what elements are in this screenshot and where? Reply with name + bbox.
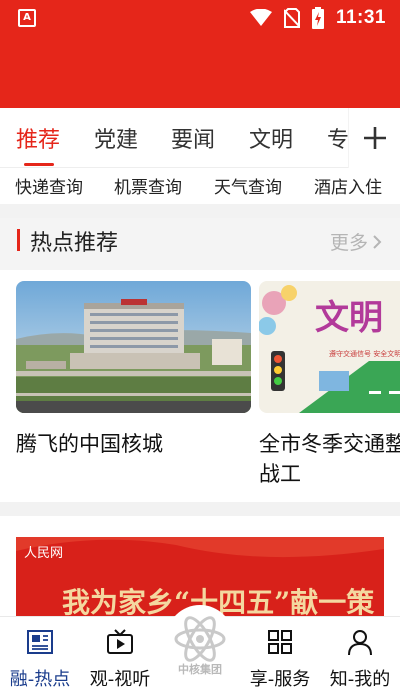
- section-title: 热点推荐: [30, 231, 119, 256]
- bottom-nav: 融-热点 观-视听 中核集团 享-服务 知-我的: [0, 605, 400, 700]
- add-channel-button[interactable]: [348, 108, 400, 168]
- nav-center-logo[interactable]: 中核集团: [160, 599, 240, 699]
- quick-link-hotel[interactable]: 酒店入住: [314, 173, 382, 198]
- person-icon: [348, 630, 372, 656]
- more-label: 更多: [329, 232, 368, 254]
- tab-news[interactable]: 要闻: [171, 122, 215, 154]
- nav-mine[interactable]: 知-我的: [320, 617, 400, 700]
- news-card[interactable]: 文明 遵守交通信号 安全文明出行 全市冬季交通整治百日会战工: [259, 281, 400, 489]
- svg-text:文明: 文明: [315, 298, 383, 338]
- quick-link-express[interactable]: 快递查询: [15, 173, 83, 198]
- nav-label: 享-服务: [249, 669, 311, 690]
- card-image: [16, 281, 251, 413]
- wifi-icon: [249, 9, 272, 26]
- tab-special[interactable]: 专: [327, 122, 349, 154]
- battery-charging-icon: [311, 7, 324, 29]
- divider: [0, 502, 400, 516]
- plus-icon: [363, 127, 386, 149]
- tab-party[interactable]: 党建: [94, 122, 138, 154]
- people-daily-logo: 人民网: [24, 546, 63, 561]
- no-sim-icon: [283, 8, 300, 28]
- newspaper-icon: [27, 630, 53, 654]
- section-header: 热点推荐 更多: [0, 218, 400, 270]
- status-bar: A 11:31: [0, 0, 400, 36]
- tab-civilization[interactable]: 文明: [249, 122, 293, 154]
- card-image: 文明 遵守交通信号 安全文明出行: [259, 281, 400, 413]
- nav-video[interactable]: 观-视听: [80, 617, 160, 700]
- channel-tabs: 推荐 党建 要闻 文明 专: [0, 108, 400, 168]
- card-title: 腾飞的中国核城: [16, 432, 163, 456]
- svg-text:遵守交通信号 安全文明出行: 遵守交通信号 安全文明出行: [329, 349, 400, 358]
- clock: 11:31: [335, 7, 386, 28]
- grid-icon: [268, 630, 292, 654]
- nav-label: 观-视听: [89, 669, 151, 690]
- quick-link-flights[interactable]: 机票查询: [114, 173, 182, 198]
- active-tab-indicator: [24, 163, 54, 166]
- more-link[interactable]: 更多: [330, 228, 382, 255]
- nav-service[interactable]: 享-服务: [240, 617, 320, 700]
- chevron-right-icon: [373, 234, 382, 249]
- status-icons: 11:31: [249, 6, 386, 30]
- nav-label: 知-我的: [329, 669, 391, 690]
- quick-links: 快递查询 机票查询 天气查询 酒店入住: [0, 168, 400, 204]
- video-icon: [107, 629, 133, 654]
- app-notification-icon: A: [18, 9, 36, 27]
- card-title: 全市冬季交通整治百日会战工: [259, 432, 400, 486]
- quick-link-weather[interactable]: 天气查询: [214, 173, 282, 198]
- nav-hot[interactable]: 融-热点: [0, 617, 80, 700]
- tab-recommend[interactable]: 推荐: [16, 122, 60, 154]
- divider: [0, 204, 400, 218]
- hot-carousel: 腾飞的中国核城 文明 遵守交通信号 安全文明出行 全市冬季交通整治百日会战工: [0, 270, 400, 502]
- nav-label: 融-热点: [9, 669, 71, 690]
- nav-center-label: 中核集团: [178, 663, 222, 676]
- news-card[interactable]: 腾飞的中国核城: [16, 281, 251, 459]
- section-marker: [17, 229, 20, 251]
- header-banner: [0, 36, 400, 108]
